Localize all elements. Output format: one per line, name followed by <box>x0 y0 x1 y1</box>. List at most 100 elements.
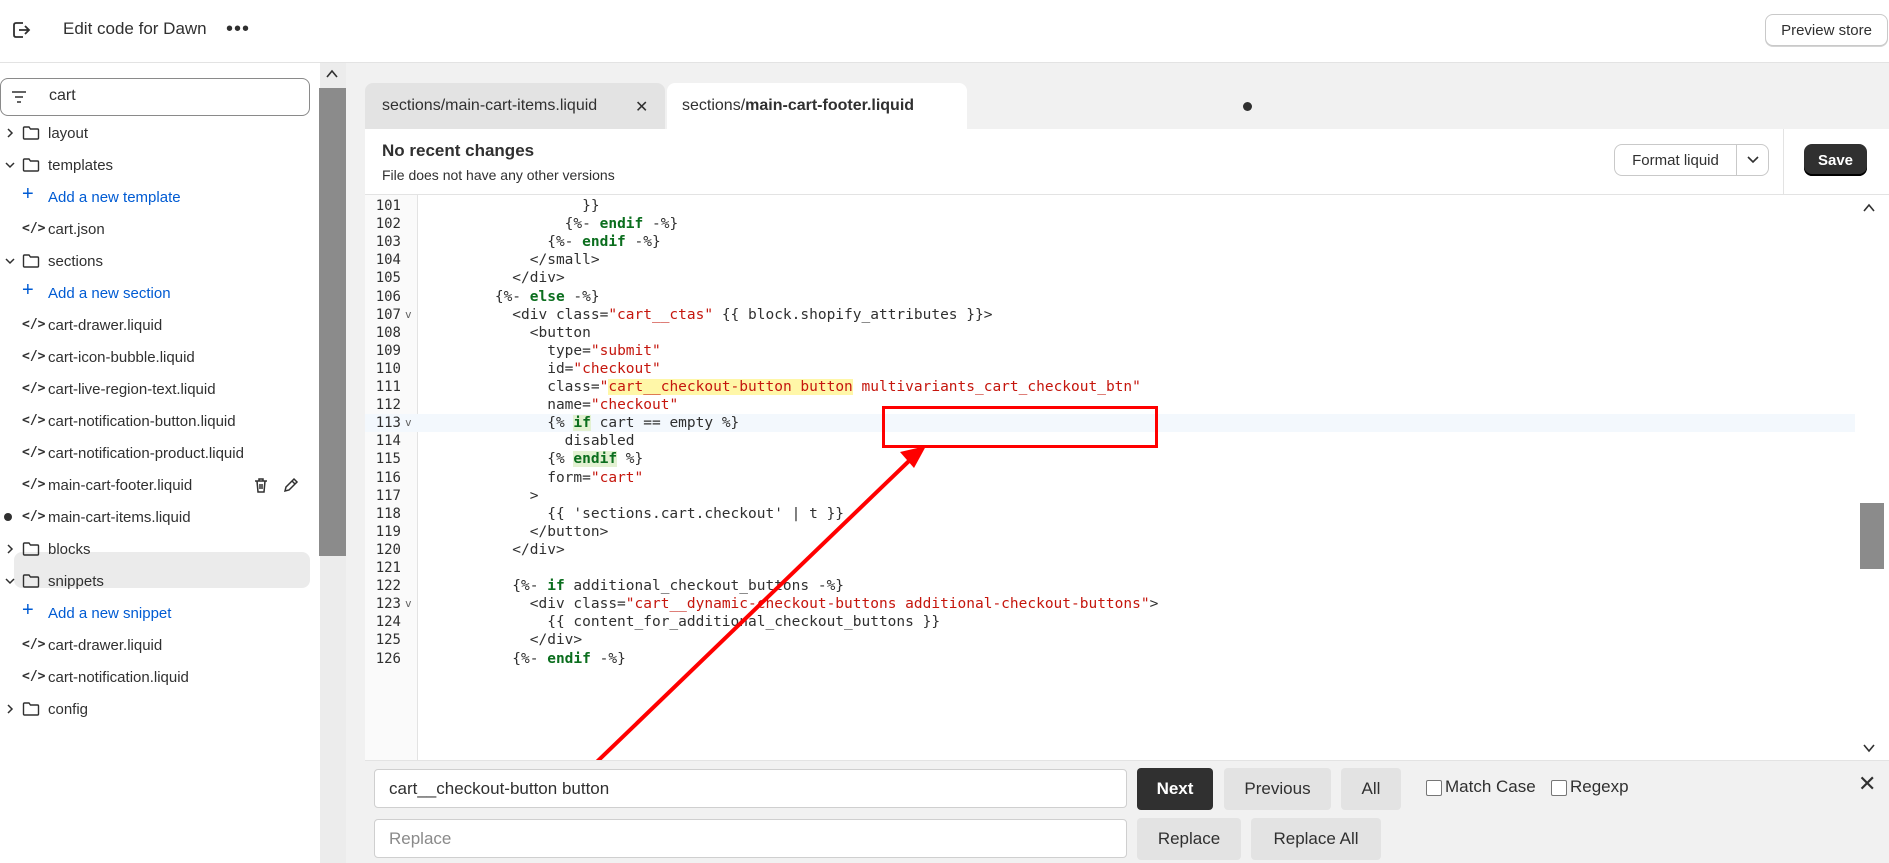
replace-button[interactable]: Replace <box>1137 818 1241 860</box>
code-text: type="submit" <box>425 342 661 359</box>
close-icon[interactable]: ✕ <box>635 97 648 117</box>
replace-all-button[interactable]: Replace All <box>1251 818 1381 860</box>
close-find-icon[interactable]: ✕ <box>1858 771 1876 797</box>
line-number: 105 <box>375 270 401 287</box>
add-item-link[interactable]: + Add a new snippet <box>0 598 310 628</box>
code-line[interactable]: 117 > <box>365 487 1855 505</box>
code-editor[interactable]: 101 }} 102 {%- endif -%} 103 {%- endif -%}… <box>365 195 1889 760</box>
find-input[interactable]: cart__checkout-button button <box>374 769 1127 808</box>
code-line[interactable]: 107 v <div class="cart__ctas" {{ block.sh… <box>365 306 1855 324</box>
scroll-up-icon[interactable] <box>325 68 339 80</box>
chevron-down-icon[interactable] <box>5 160 15 170</box>
scroll-up-icon[interactable] <box>1862 203 1876 213</box>
line-number: 116 <box>375 469 401 486</box>
code-line[interactable]: 109 type="submit" <box>365 342 1855 360</box>
code-line[interactable]: 125 </div> <box>365 631 1855 649</box>
code-text: </button> <box>425 523 609 540</box>
file-item[interactable]: </> cart-drawer.liquid <box>0 630 310 660</box>
tree-item-label: Add a new section <box>48 284 171 302</box>
file-item[interactable]: </> cart-notification-button.liquid <box>0 406 310 436</box>
code-text: {%- endif -%} <box>425 650 626 667</box>
file-item[interactable]: </> cart-icon-bubble.liquid <box>0 342 310 372</box>
file-search-input[interactable] <box>49 87 289 105</box>
add-item-link[interactable]: + Add a new section <box>0 278 310 308</box>
code-line[interactable]: 120 </div> <box>365 541 1855 559</box>
preview-store-button[interactable]: Preview store <box>1765 14 1888 46</box>
code-line[interactable]: 105 </div> <box>365 269 1855 287</box>
file-item[interactable]: </> cart-drawer.liquid <box>0 310 310 340</box>
folder-item[interactable]: snippets <box>0 566 310 596</box>
plus-icon: + <box>22 279 34 301</box>
tab-main-cart-items[interactable]: sections/main-cart-items.liquid ✕ <box>365 83 665 129</box>
version-status-title: No recent changes <box>382 141 535 160</box>
format-liquid-button[interactable]: Format liquid <box>1614 144 1736 176</box>
fold-chevron-icon[interactable]: v <box>405 306 412 324</box>
save-button[interactable]: Save <box>1804 144 1867 176</box>
folder-item[interactable]: layout <box>0 118 310 148</box>
sidebar-scrollbar-thumb[interactable] <box>319 88 346 556</box>
code-line[interactable]: 122 {%- if additional_checkout_buttons -… <box>365 577 1855 595</box>
page-title: Edit code for Dawn <box>63 19 207 38</box>
code-line[interactable]: 118 {{ 'sections.cart.checkout' | t }} <box>365 505 1855 523</box>
exit-icon[interactable] <box>10 19 32 41</box>
code-line[interactable]: 126 {%- endif -%} <box>365 650 1855 668</box>
file-item[interactable]: </> cart-notification.liquid <box>0 662 310 692</box>
find-previous-button[interactable]: Previous <box>1224 768 1331 810</box>
tab-label: sections/main-cart-items.liquid <box>382 97 598 114</box>
file-item[interactable]: </> main-cart-items.liquid <box>0 502 310 532</box>
fold-chevron-icon[interactable]: v <box>405 595 412 613</box>
tree-item-label: cart-drawer.liquid <box>48 636 163 654</box>
code-line[interactable]: 123 v <div class="cart__dynamic-checkout-… <box>365 595 1855 613</box>
code-text: <div class="cart__dynamic-checkout-butto… <box>425 596 1159 613</box>
code-line[interactable]: 108 <button <box>365 324 1855 342</box>
line-number: 114 <box>375 433 401 450</box>
replace-input[interactable]: Replace <box>374 819 1127 858</box>
folder-item[interactable]: sections <box>0 246 310 276</box>
code-line[interactable]: 106 {%- else -%} <box>365 288 1855 306</box>
find-all-button[interactable]: All <box>1341 768 1401 810</box>
edit-icon[interactable] <box>282 476 300 494</box>
chevron-down-icon <box>1746 156 1759 164</box>
code-line[interactable]: 111 class="cart__checkout-button button … <box>365 378 1855 396</box>
line-number: 118 <box>375 505 401 522</box>
scroll-down-icon[interactable] <box>1862 743 1876 753</box>
more-actions-icon[interactable]: ••• <box>226 18 250 41</box>
chevron-right-icon[interactable] <box>5 128 15 138</box>
tab-main-cart-footer[interactable]: sections/main-cart-footer.liquid <box>667 83 1252 129</box>
code-line[interactable]: 110 id="checkout" <box>365 360 1855 378</box>
file-item[interactable]: </> main-cart-footer.liquid <box>0 470 310 500</box>
file-item[interactable]: </> cart.json <box>0 214 310 244</box>
folder-item[interactable]: templates <box>0 150 310 180</box>
file-item[interactable]: </> cart-live-region-text.liquid <box>0 374 310 404</box>
trash-icon[interactable] <box>252 476 270 494</box>
code-scrollbar-thumb[interactable] <box>1860 503 1884 569</box>
find-next-button[interactable]: Next <box>1137 768 1213 810</box>
folder-item[interactable]: blocks <box>0 534 310 564</box>
regexp-checkbox[interactable] <box>1551 780 1567 796</box>
tree-item-label: cart-notification-button.liquid <box>48 412 236 430</box>
code-line[interactable]: 101 }} <box>365 197 1855 215</box>
code-line[interactable]: 103 {%- endif -%} <box>365 233 1855 251</box>
code-line[interactable]: 116 form="cart" <box>365 469 1855 487</box>
fold-chevron-icon[interactable]: v <box>405 414 412 432</box>
code-line[interactable]: 119 </button> <box>365 523 1855 541</box>
file-item[interactable]: </> cart-notification-product.liquid <box>0 438 310 468</box>
chevron-right-icon[interactable] <box>5 704 15 714</box>
folder-item[interactable]: config <box>0 694 310 724</box>
tree-item-label: blocks <box>48 540 91 558</box>
code-line[interactable]: 124 {{ content_for_additional_checkout_b… <box>365 613 1855 631</box>
code-line[interactable]: 121 <box>365 559 1855 577</box>
file-search-box[interactable] <box>0 78 310 116</box>
code-line[interactable]: 115 {% endif %} <box>365 450 1855 468</box>
tree-item-label: main-cart-items.liquid <box>48 508 191 526</box>
add-item-link[interactable]: + Add a new template <box>0 182 310 212</box>
code-text: class="cart__checkout-button button mult… <box>425 379 1141 395</box>
format-options-button[interactable] <box>1736 144 1769 176</box>
code-line[interactable]: 102 {%- endif -%} <box>365 215 1855 233</box>
chevron-down-icon[interactable] <box>5 576 15 586</box>
code-line[interactable]: 104 </small> <box>365 251 1855 269</box>
chevron-right-icon[interactable] <box>5 544 15 554</box>
match-case-checkbox[interactable] <box>1426 780 1442 796</box>
chevron-down-icon[interactable] <box>5 256 15 266</box>
tree-item-label: cart-notification.liquid <box>48 668 189 686</box>
